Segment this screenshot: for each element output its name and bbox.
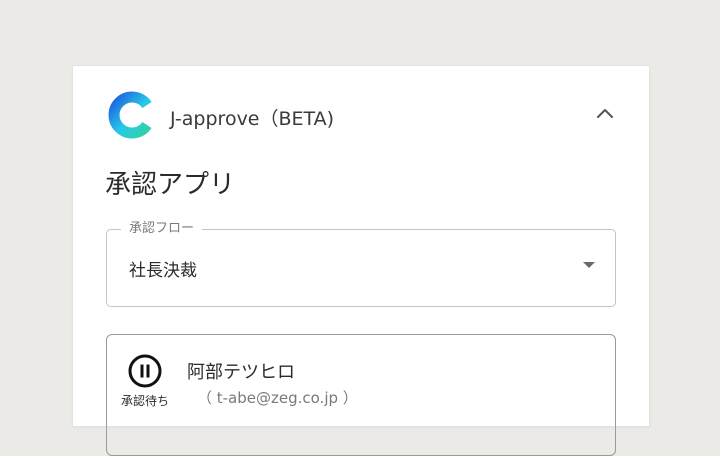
chevron-up-icon[interactable] [592,101,618,127]
approval-flow-select[interactable]: 承認フロー 社長決裁 [106,221,616,307]
approver-card: 承認待ち 阿部テツヒロ （ t-abe@zeg.co.jp ） [106,334,616,456]
page-title: 承認アプリ [105,170,236,200]
approver-name: 阿部テツヒロ [187,362,295,383]
panel-header: J-approve（BETA) [108,91,618,141]
approval-status-label: 承認待ち [121,394,170,408]
app-logo-icon [108,91,152,139]
approval-panel: J-approve（BETA) 承認アプリ 承認フロー 社長決裁 承認待ち 阿部… [73,66,649,456]
pause-circle-icon [128,354,162,388]
dropdown-caret-icon [583,262,595,268]
approval-flow-value: 社長決裁 [129,261,197,281]
approver-email: （ t-abe@zeg.co.jp ） [197,389,358,407]
app-title: J-approve（BETA) [170,108,335,130]
approval-flow-label: 承認フロー [121,221,203,237]
